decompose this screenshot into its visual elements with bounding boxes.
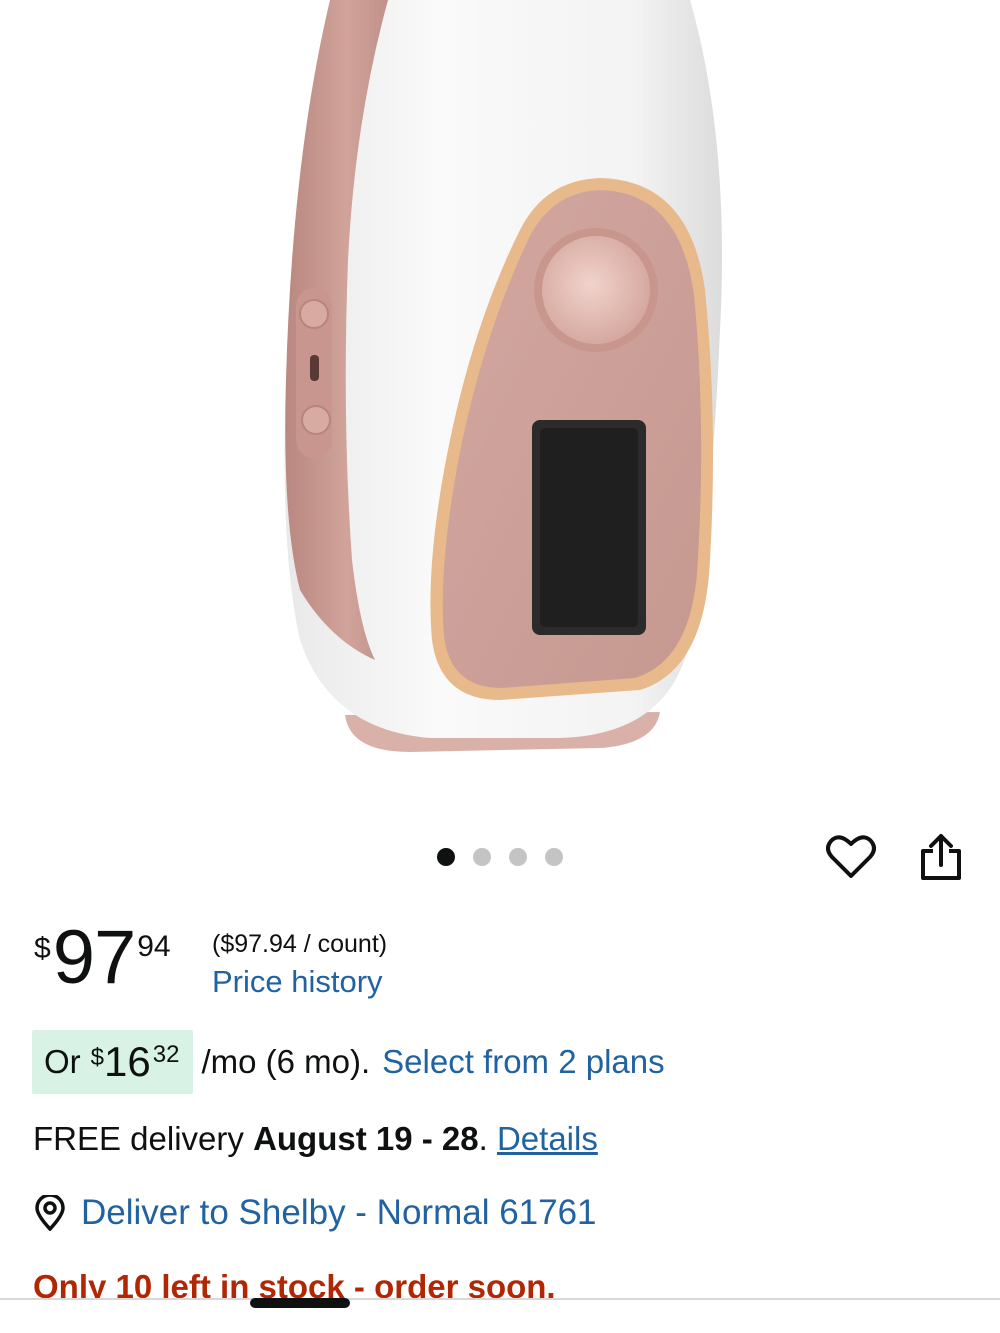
price-fraction: 94 <box>137 930 171 963</box>
installment-whole: 16 <box>104 1038 151 1085</box>
price-currency-symbol: $ <box>34 932 51 965</box>
carousel-dot[interactable] <box>473 848 491 866</box>
carousel-dot[interactable] <box>545 848 563 866</box>
delivery-dates: August 19 - 28 <box>253 1120 479 1157</box>
product-image[interactable] <box>0 0 1000 800</box>
price-history-link[interactable]: Price history <box>212 964 383 1000</box>
installment-price-badge: Or $ 16 32 <box>32 1030 194 1094</box>
installment-prefix: Or <box>44 1043 81 1080</box>
image-carousel-dots[interactable] <box>437 848 563 866</box>
wishlist-button[interactable] <box>822 828 880 886</box>
installment-fraction: 32 <box>152 1041 180 1068</box>
installment-currency-symbol: $ <box>90 1044 105 1071</box>
deliver-to-text: Deliver to Shelby - Normal 61761 <box>81 1193 597 1232</box>
location-pin-icon <box>35 1195 65 1231</box>
share-icon <box>921 834 961 880</box>
delivery-prefix: FREE delivery <box>33 1120 244 1157</box>
deliver-to-location[interactable]: Deliver to Shelby - Normal 61761 <box>33 1193 597 1233</box>
share-button[interactable] <box>912 828 970 886</box>
installment-term: /mo (6 mo). <box>201 1043 371 1080</box>
product-page: $ 97 94 ($97.94 / count) Price history O… <box>0 0 1000 1333</box>
carousel-dot[interactable] <box>437 848 455 866</box>
heart-icon <box>826 835 876 878</box>
delivery-suffix: . <box>478 1120 488 1157</box>
home-indicator[interactable] <box>250 1298 350 1308</box>
delivery-details-link[interactable]: Details <box>497 1120 598 1157</box>
ipl-device-illustration <box>284 0 722 752</box>
carousel-dot[interactable] <box>509 848 527 866</box>
unit-price: ($97.94 / count) <box>212 930 388 958</box>
installment-offer: Or $ 16 32 /mo (6 mo). Select from 2 pla… <box>32 1030 665 1094</box>
price-whole: 97 <box>52 915 137 1000</box>
delivery-info: FREE delivery August 19 - 28. Details <box>33 1120 598 1158</box>
bottom-sheet-edge <box>0 1298 1000 1333</box>
product-price: $ 97 94 <box>34 918 171 998</box>
select-plans-link[interactable]: Select from 2 plans <box>382 1043 664 1081</box>
